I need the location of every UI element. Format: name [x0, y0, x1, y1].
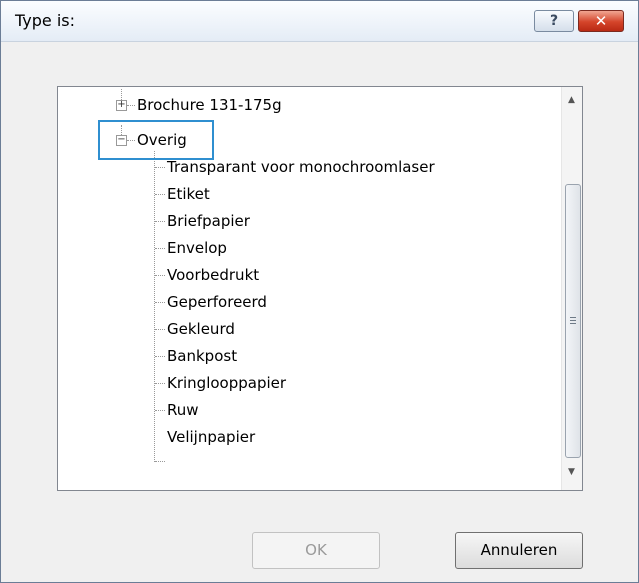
tree-item-voorbedrukt[interactable]: Voorbedrukt — [167, 263, 259, 287]
paper-type-tree[interactable]: + Brochure 131-175g − Overig Transparant… — [57, 86, 583, 491]
tree-item-etiket[interactable]: Etiket — [167, 182, 210, 206]
grip-line — [570, 323, 576, 324]
help-button[interactable]: ? — [534, 10, 574, 32]
tree-item-velijnpapier[interactable]: Velijnpapier — [167, 425, 255, 449]
tree-view: + Brochure 131-175g − Overig Transparant… — [58, 87, 558, 490]
tree-connector — [155, 410, 165, 411]
title-bar: Type is: ? ✕ — [1, 1, 638, 42]
grip-line — [570, 320, 576, 321]
tree-connector — [155, 383, 165, 384]
tree-item-gekleurd[interactable]: Gekleurd — [167, 317, 235, 341]
scroll-down-icon[interactable]: ▼ — [568, 467, 575, 477]
tree-connector — [155, 194, 165, 195]
tree-connector — [155, 329, 165, 330]
cancel-button[interactable]: Annuleren — [455, 532, 583, 569]
tree-connector — [154, 151, 155, 462]
grip-line — [570, 317, 576, 318]
tree-connector — [155, 221, 165, 222]
close-icon: ✕ — [594, 12, 608, 30]
tree-connector — [155, 461, 165, 462]
tree-connector — [155, 275, 165, 276]
tree-item-brochure[interactable]: Brochure 131-175g — [137, 93, 282, 117]
expand-icon[interactable]: + — [116, 100, 127, 111]
tree-connector — [127, 105, 135, 106]
tree-connector — [155, 356, 165, 357]
tree-item-kringlooppapier[interactable]: Kringlooppapier — [167, 371, 286, 395]
help-icon: ? — [549, 13, 559, 29]
selection-highlight — [98, 120, 214, 160]
tree-connector — [155, 248, 165, 249]
tree-item-ruw[interactable]: Ruw — [167, 398, 199, 422]
close-button[interactable]: ✕ — [578, 10, 624, 32]
tree-item-bankpost[interactable]: Bankpost — [167, 344, 237, 368]
tree-item-geperforeerd[interactable]: Geperforeerd — [167, 290, 267, 314]
scroll-up-icon[interactable]: ▲ — [568, 95, 575, 105]
vertical-scrollbar[interactable]: ▲ ▼ — [561, 87, 582, 490]
type-dialog: Type is: ? ✕ + Brochure 131-175g − Overi… — [0, 0, 639, 583]
tree-connector — [155, 167, 165, 168]
tree-item-envelop[interactable]: Envelop — [167, 236, 227, 260]
dialog-title: Type is: — [15, 11, 76, 30]
tree-item-briefpapier[interactable]: Briefpapier — [167, 209, 250, 233]
scroll-thumb[interactable] — [565, 184, 581, 458]
ok-button[interactable]: OK — [252, 532, 380, 569]
tree-connector — [155, 302, 165, 303]
